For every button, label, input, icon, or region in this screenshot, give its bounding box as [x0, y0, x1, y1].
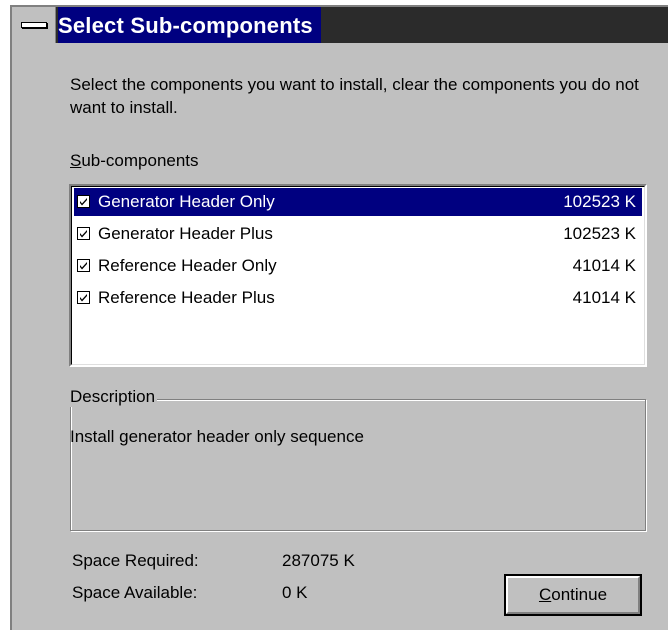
subcomponents-label: Sub-components — [70, 151, 199, 171]
checkbox[interactable] — [77, 227, 90, 240]
space-required-label: Space Required: — [72, 551, 199, 570]
continue-button[interactable]: Continue — [504, 574, 642, 616]
list-item-size: 102523 K — [563, 224, 636, 243]
checkbox[interactable] — [77, 291, 90, 304]
list-item-name: Generator Header Plus — [98, 224, 273, 243]
description-groupbox — [70, 399, 646, 531]
checkmark-icon — [80, 198, 87, 206]
continue-button-mnemonic: C — [538, 585, 552, 604]
checkbox[interactable] — [77, 195, 90, 208]
checkmark-icon — [80, 294, 87, 302]
list-item-reference-header-plus[interactable]: Reference Header Plus 41014 K — [74, 284, 642, 312]
title-bar: Select Sub-components — [12, 7, 668, 43]
subcomponents-listbox[interactable]: Generator Header Only 102523 K Generator… — [69, 184, 647, 367]
list-item-reference-header-only[interactable]: Reference Header Only 41014 K — [74, 252, 642, 280]
system-menu-bar-glyph — [21, 22, 47, 28]
window-title: Select Sub-components — [58, 7, 321, 43]
list-item-name: Reference Header Plus — [98, 288, 275, 307]
subcomponents-label-mnemonic: S — [70, 151, 82, 170]
checkmark-icon — [80, 230, 87, 238]
list-item-generator-header-only[interactable]: Generator Header Only 102523 K — [74, 188, 642, 216]
checkmark-icon — [80, 262, 87, 270]
list-item-name: Reference Header Only — [98, 256, 277, 275]
list-item-size: 41014 K — [572, 256, 636, 275]
intro-text: Select the components you want to instal… — [70, 75, 639, 117]
system-menu-icon[interactable] — [12, 7, 56, 43]
dialog-window: Select Sub-components Select the compone… — [10, 5, 668, 630]
description-text: Install generator header only sequence — [70, 427, 364, 446]
description-label: Description — [70, 387, 158, 407]
continue-button-face: Continue — [506, 576, 640, 614]
space-required-value: 287075 K — [282, 551, 355, 570]
subcomponents-label-rest: ub-components — [81, 151, 199, 170]
list-item-size: 41014 K — [572, 288, 636, 307]
space-available-label: Space Available: — [72, 583, 198, 602]
continue-button-label: ontinue — [551, 585, 608, 604]
list-item-size: 102523 K — [563, 192, 636, 211]
listbox-frame: Generator Header Only 102523 K Generator… — [71, 186, 645, 365]
checkbox[interactable] — [77, 259, 90, 272]
space-available-value: 0 K — [282, 583, 308, 602]
list-item-generator-header-plus[interactable]: Generator Header Plus 102523 K — [74, 220, 642, 248]
list-item-name: Generator Header Only — [98, 192, 275, 211]
